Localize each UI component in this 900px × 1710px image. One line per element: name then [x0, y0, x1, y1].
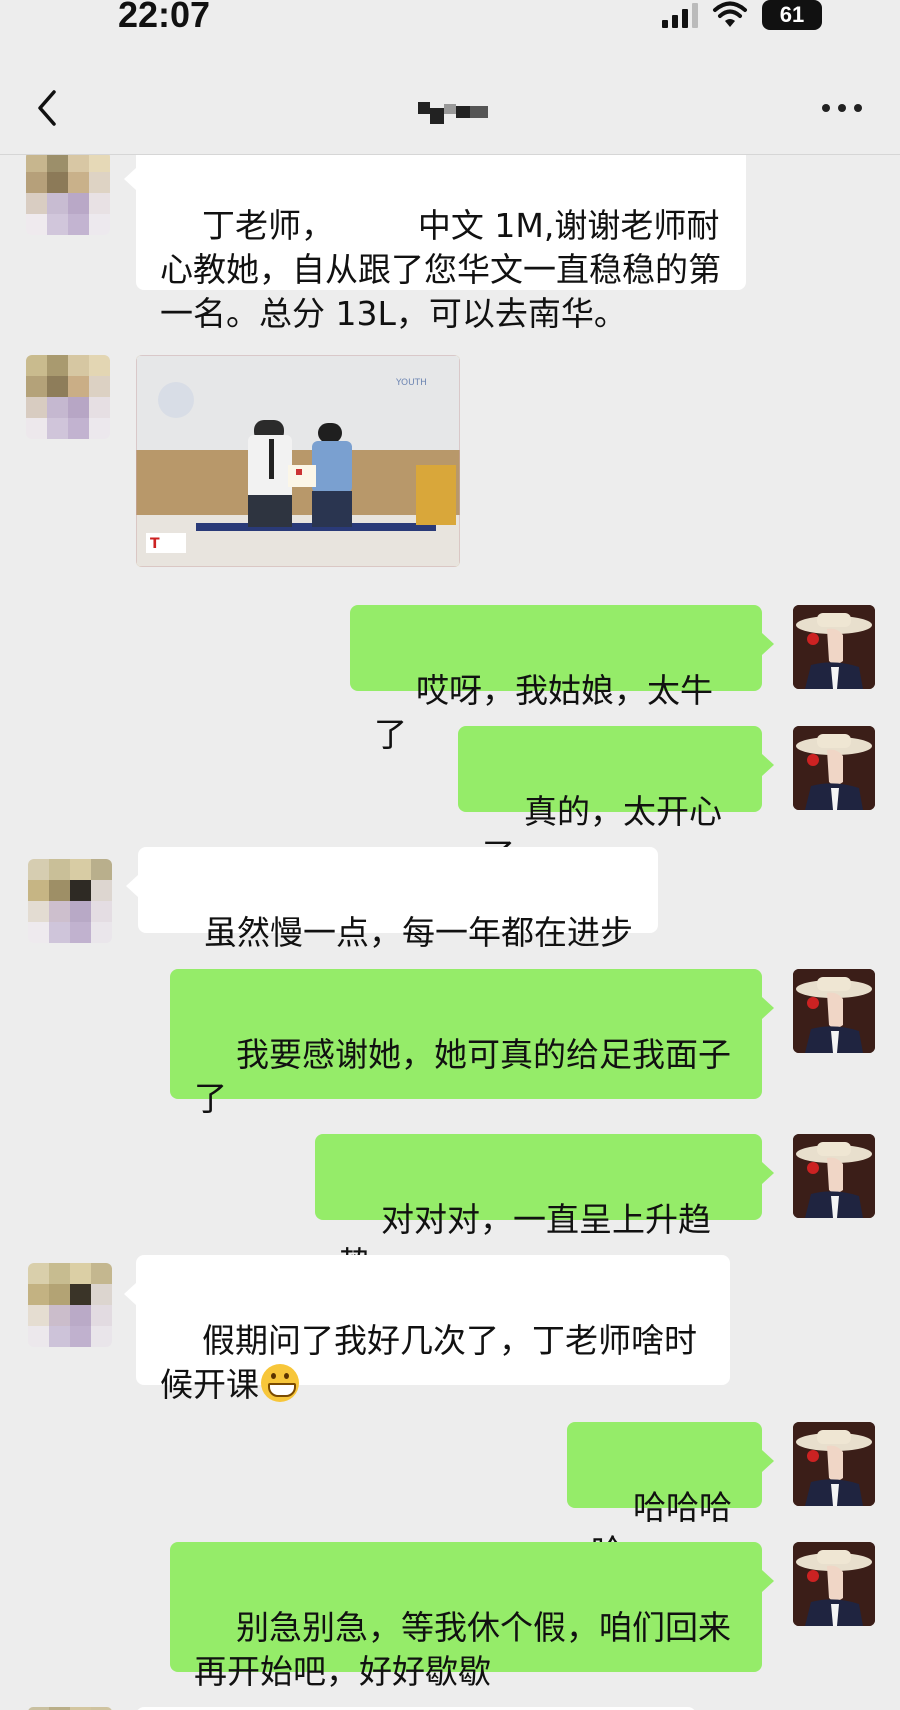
status-bar: 22:07 61: [0, 0, 900, 40]
contact-avatar[interactable]: [28, 859, 112, 943]
message-bubble-outgoing[interactable]: 真的，太开心了: [458, 726, 774, 875]
grinning-face-emoji: [261, 1364, 299, 1402]
message-bubble-outgoing[interactable]: 我要感谢她，她可真的给足我面子了: [170, 969, 774, 1118]
contact-avatar[interactable]: [28, 1263, 112, 1347]
chevron-left-icon[interactable]: [30, 88, 66, 128]
chat-header: [0, 60, 900, 155]
message-bubble-incoming[interactable]: 假期问了我好几次了，丁老师啥时候开课: [124, 1255, 730, 1404]
svg-text:T: T: [150, 536, 160, 552]
contact-avatar[interactable]: [26, 355, 110, 439]
more-dots-icon[interactable]: [822, 98, 862, 118]
svg-text:YOUTH: YOUTH: [395, 378, 427, 388]
my-avatar[interactable]: [793, 1542, 875, 1626]
signal-icon: [662, 2, 698, 28]
image-message[interactable]: YOUTH T: [136, 355, 460, 567]
my-avatar[interactable]: [793, 1422, 875, 1506]
message-bubble-outgoing[interactable]: 哈哈哈哈: [567, 1422, 774, 1571]
status-time: 22:07: [118, 0, 211, 35]
wifi-icon: [713, 1, 747, 27]
award-ceremony-photo: YOUTH T: [136, 355, 460, 567]
battery-indicator: 61: [762, 0, 822, 30]
message-bubble-outgoing[interactable]: 哎呀，我姑娘，太牛了: [350, 605, 774, 754]
status-icons: 61: [662, 0, 822, 30]
chat-title-redacted: [418, 102, 488, 124]
contact-avatar[interactable]: [26, 155, 110, 235]
message-bubble-incoming[interactable]: 丁老师， 中文 1M,谢谢老师耐心教她，自从跟了您华文一直稳稳的第一名。总分 1…: [124, 155, 746, 333]
my-avatar[interactable]: [793, 1134, 875, 1218]
my-avatar[interactable]: [793, 969, 875, 1053]
my-avatar[interactable]: [793, 605, 875, 689]
message-bubble-outgoing[interactable]: 对对对，一直呈上升趋势: [315, 1134, 774, 1283]
message-bubble-incoming[interactable]: 虽然慢一点，每一年都在进步: [126, 847, 658, 952]
message-list[interactable]: 丁老师， 中文 1M,谢谢老师耐心教她，自从跟了您华文一直稳稳的第一名。总分 1…: [0, 155, 900, 1710]
my-avatar[interactable]: [793, 726, 875, 810]
message-bubble-outgoing[interactable]: 别急别急，等我休个假，咱们回来再开始吧，好好歇歇: [170, 1542, 774, 1691]
